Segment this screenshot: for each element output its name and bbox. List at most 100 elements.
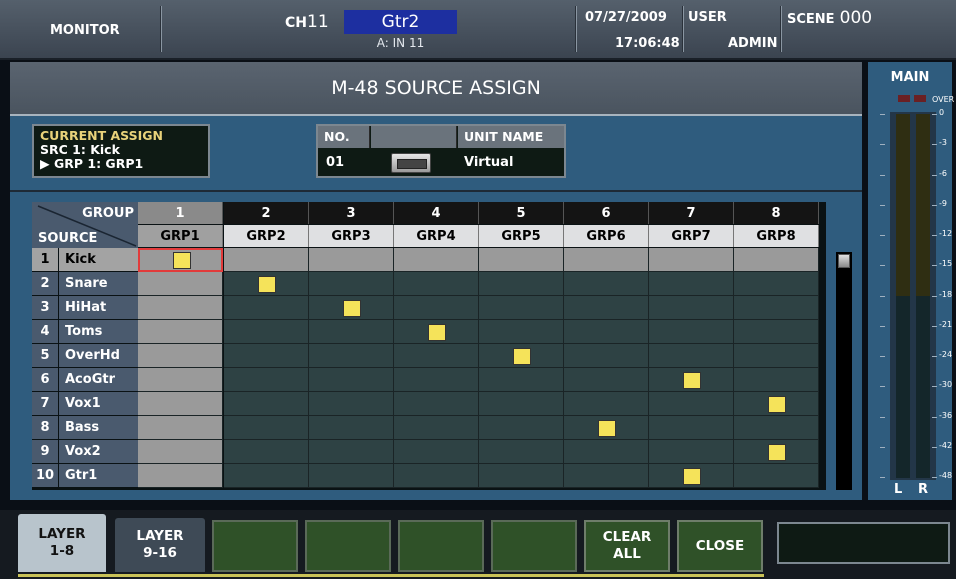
assign-cell[interactable] (564, 320, 649, 344)
assign-cell[interactable] (564, 272, 649, 296)
assign-cell[interactable] (224, 440, 309, 464)
assign-cell[interactable] (649, 320, 734, 344)
close-button[interactable]: CLOSE (677, 520, 763, 572)
assign-cell[interactable] (564, 248, 649, 272)
layer-1-8-tab[interactable]: LAYER 1-8 (18, 514, 106, 572)
assign-cell[interactable] (649, 248, 734, 272)
assign-cell[interactable] (394, 392, 479, 416)
assign-cell[interactable] (138, 416, 223, 440)
assign-cell[interactable] (734, 464, 819, 488)
function-button-3[interactable] (212, 520, 298, 572)
assign-cell[interactable] (309, 272, 394, 296)
assign-cell[interactable] (479, 464, 564, 488)
assign-cell[interactable] (394, 440, 479, 464)
assign-cell[interactable] (734, 272, 819, 296)
assign-cell[interactable] (394, 272, 479, 296)
source-name[interactable]: OverHd (59, 344, 138, 367)
assign-cell[interactable] (309, 248, 394, 272)
assign-cell[interactable] (138, 368, 223, 392)
assign-cell[interactable] (564, 368, 649, 392)
assign-cell[interactable] (479, 440, 564, 464)
assign-cell[interactable] (138, 392, 223, 416)
assign-cell[interactable] (479, 416, 564, 440)
assign-cell[interactable] (479, 368, 564, 392)
assign-cell[interactable] (564, 392, 649, 416)
assign-cell[interactable] (649, 392, 734, 416)
source-name[interactable]: Toms (59, 320, 138, 343)
assign-cell[interactable] (138, 440, 223, 464)
source-name[interactable]: Gtr1 (59, 464, 138, 487)
assign-cell[interactable] (479, 296, 564, 320)
assign-cell[interactable] (564, 464, 649, 488)
grid-scrollbar[interactable] (836, 252, 852, 490)
assign-cell[interactable] (649, 416, 734, 440)
assign-cell[interactable] (224, 272, 309, 296)
assign-cell[interactable] (649, 464, 734, 488)
assign-cell[interactable] (394, 320, 479, 344)
assign-cell[interactable] (734, 248, 819, 272)
layer-9-16-tab[interactable]: LAYER 9-16 (115, 518, 205, 572)
assign-cell[interactable] (224, 416, 309, 440)
clear-all-button[interactable]: CLEAR ALL (584, 520, 670, 572)
assign-cell[interactable] (309, 296, 394, 320)
assign-cell[interactable] (649, 296, 734, 320)
assign-cell[interactable] (224, 344, 309, 368)
assign-cell[interactable] (394, 416, 479, 440)
assign-cell[interactable] (734, 344, 819, 368)
source-name[interactable]: HiHat (59, 296, 138, 319)
source-name[interactable]: Snare (59, 272, 138, 295)
assign-cell[interactable] (309, 392, 394, 416)
function-button-6[interactable] (491, 520, 577, 572)
assign-cell[interactable] (479, 344, 564, 368)
assign-cell[interactable] (479, 248, 564, 272)
assign-cell[interactable] (138, 464, 223, 488)
assign-cell[interactable] (479, 392, 564, 416)
scrollbar-thumb[interactable] (838, 254, 850, 268)
assign-cell[interactable] (564, 296, 649, 320)
assign-cell[interactable] (309, 464, 394, 488)
assign-cell[interactable] (394, 344, 479, 368)
assign-cell[interactable] (224, 320, 309, 344)
assign-cell[interactable] (138, 344, 223, 368)
assign-cell[interactable] (734, 416, 819, 440)
assign-cell[interactable] (224, 464, 309, 488)
assign-cell[interactable] (479, 320, 564, 344)
assign-cell[interactable] (734, 392, 819, 416)
source-name[interactable]: Bass (59, 416, 138, 439)
source-name[interactable]: AcoGtr (59, 368, 138, 391)
assign-cell[interactable] (649, 272, 734, 296)
source-name[interactable]: Kick (59, 248, 138, 271)
assign-cell[interactable] (138, 272, 223, 296)
function-button-5[interactable] (398, 520, 484, 572)
assign-cell[interactable] (649, 368, 734, 392)
assign-cell[interactable] (309, 320, 394, 344)
assign-cell[interactable] (138, 296, 223, 320)
assign-cell[interactable] (309, 440, 394, 464)
assign-cell[interactable] (734, 440, 819, 464)
assign-cell[interactable] (309, 368, 394, 392)
assign-cell[interactable] (309, 344, 394, 368)
assign-cell[interactable] (649, 344, 734, 368)
assign-cell[interactable] (394, 248, 479, 272)
assign-cell[interactable] (564, 440, 649, 464)
assign-cell[interactable] (224, 296, 309, 320)
assign-cell[interactable] (138, 320, 223, 344)
assign-cell[interactable] (224, 392, 309, 416)
assign-cell[interactable] (734, 296, 819, 320)
assign-cell[interactable] (394, 296, 479, 320)
source-name[interactable]: Vox1 (59, 392, 138, 415)
assign-cell[interactable] (138, 248, 223, 272)
source-name[interactable]: Vox2 (59, 440, 138, 463)
assign-cell[interactable] (224, 368, 309, 392)
assign-cell[interactable] (479, 272, 564, 296)
assign-cell[interactable] (564, 416, 649, 440)
assign-cell[interactable] (224, 248, 309, 272)
assign-cell[interactable] (734, 368, 819, 392)
assign-cell[interactable] (309, 416, 394, 440)
assign-cell[interactable] (734, 320, 819, 344)
assign-cell[interactable] (394, 368, 479, 392)
assign-cell[interactable] (564, 344, 649, 368)
assign-cell[interactable] (394, 464, 479, 488)
assign-cell[interactable] (649, 440, 734, 464)
function-button-4[interactable] (305, 520, 391, 572)
